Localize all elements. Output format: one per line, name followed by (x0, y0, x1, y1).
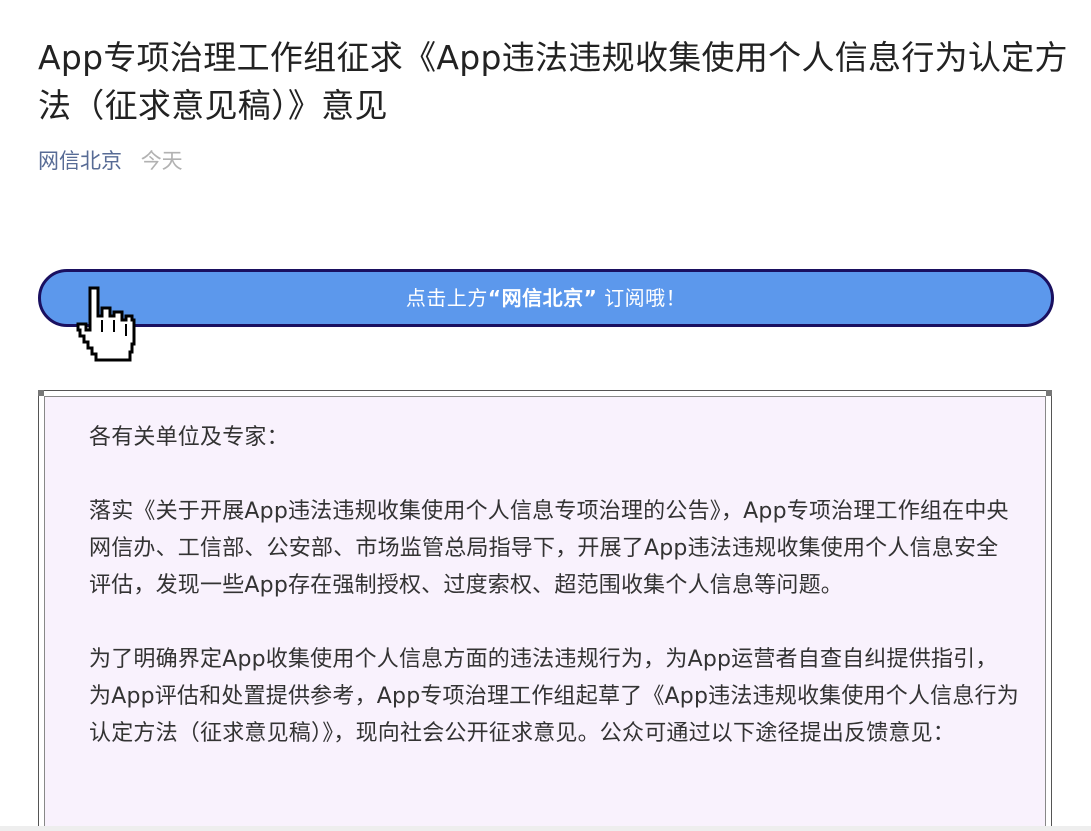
article-body: 各有关单位及专家： 落实《关于开展App违法违规收集使用个人信息专项治理的公告》… (89, 419, 1019, 789)
article-meta: 网信北京 今天 (38, 146, 183, 176)
account-name-link[interactable]: 网信北京 (38, 149, 122, 173)
subscribe-text-account: “网信北京” (487, 286, 598, 310)
frame-corner-tl (38, 390, 44, 396)
article-page: App专项治理工作组征求《App违法违规收集使用个人信息行为认定方法（征求意见稿… (0, 0, 1091, 831)
quote-box: 各有关单位及专家： 落实《关于开展App违法违规收集使用个人信息专项治理的公告》… (38, 390, 1052, 831)
hand-pointer-icon (76, 286, 136, 362)
subscribe-banner-text: 点击上方“网信北京” 订阅哦！ (41, 272, 1051, 324)
body-paragraph-2: 为了明确界定App收集使用个人信息方面的违法违规行为，为App运营者自查自纠提供… (89, 647, 1019, 746)
frame-corner-tr (1046, 390, 1052, 396)
article-title: App专项治理工作组征求《App违法违规收集使用个人信息行为认定方法（征求意见稿… (38, 38, 1068, 125)
publish-date: 今天 (140, 149, 183, 173)
body-paragraph-1: 落实《关于开展App违法违规收集使用个人信息专项治理的公告》，App专项治理工作… (89, 499, 1009, 598)
quote-box-inner: 各有关单位及专家： 落实《关于开展App违法违规收集使用个人信息专项治理的公告》… (44, 396, 1046, 831)
subscribe-banner[interactable]: 点击上方“网信北京” 订阅哦！ (38, 269, 1054, 327)
greeting-paragraph: 各有关单位及专家： (89, 425, 289, 450)
subscribe-text-after: 订阅哦！ (597, 286, 687, 310)
bottom-divider (0, 826, 1091, 831)
subscribe-text-before: 点击上方 (405, 286, 488, 310)
